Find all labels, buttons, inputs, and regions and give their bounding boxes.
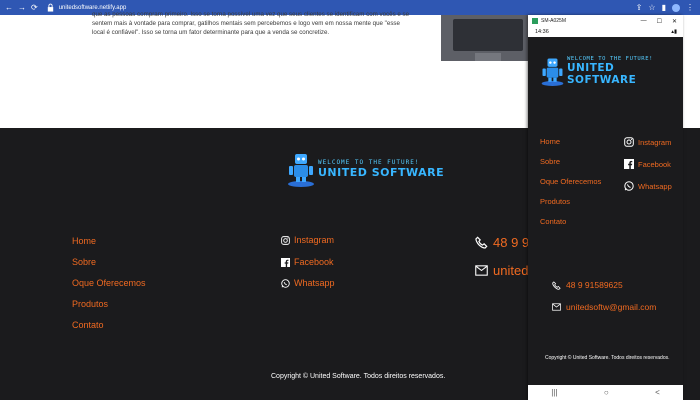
laptop-image — [441, 15, 531, 61]
phone-icon — [475, 236, 488, 249]
instagram-icon — [624, 137, 634, 147]
phone-contact-email[interactable]: unitedsoftw@gmail.com — [552, 302, 656, 312]
logo-brand: UNITED SOFTWARE — [318, 166, 445, 179]
phone-facebook-label: Facebook — [638, 159, 671, 169]
facebook-icon — [624, 159, 634, 169]
footer-link-oferecemos[interactable]: Oque Oferecemos — [72, 278, 146, 288]
facebook-icon — [281, 257, 290, 267]
whatsapp-icon — [281, 278, 290, 288]
footer-link-home[interactable]: Home — [72, 236, 96, 246]
whatsapp-label: Whatsapp — [294, 278, 335, 288]
share-icon[interactable]: ⇪ — [636, 3, 643, 12]
status-time: 14:36 — [535, 29, 549, 35]
facebook-label: Facebook — [294, 257, 334, 267]
footer-email-text: united — [493, 263, 529, 278]
phone-link-produtos[interactable]: Produtos — [540, 197, 570, 206]
scrcpy-icon — [532, 18, 538, 24]
instagram-icon — [281, 235, 290, 245]
robot-icon — [541, 58, 564, 86]
extensions-icon[interactable]: ▮ — [662, 3, 666, 12]
phone-nav-bar: ||| ○ < — [528, 385, 683, 400]
minimize-button[interactable]: — — [641, 18, 647, 25]
menu-icon[interactable]: ⋮ — [686, 3, 694, 12]
signal-battery-icon: ▴▮ — [671, 29, 677, 35]
footer-whatsapp-link[interactable]: Whatsapp — [281, 278, 335, 288]
footer-logo: WELCOME TO THE FUTURE! UNITED SOFTWARE — [286, 150, 444, 188]
phone-whatsapp-link[interactable]: Whatsapp — [624, 181, 672, 191]
footer-facebook-link[interactable]: Facebook — [281, 257, 334, 267]
phone-contact-phone[interactable]: 48 9 91589625 — [552, 280, 623, 290]
back-button[interactable]: ← — [5, 0, 13, 15]
phone-mirror-window[interactable]: SM-A025M — ☐ ✕ 14:36 ▴▮ WELCOME TO THE F… — [528, 15, 683, 400]
logo-tagline: WELCOME TO THE FUTURE! — [318, 159, 420, 166]
back-nav-button[interactable]: < — [655, 388, 660, 397]
phone-instagram-link[interactable]: Instagram — [624, 137, 671, 147]
footer-copyright: Copyright © United Software. Todos direi… — [271, 373, 446, 380]
phone-icon — [552, 280, 561, 290]
about-paragraph: que as pessoas compram primeiro. Isso se… — [92, 11, 410, 36]
lock-icon — [47, 3, 53, 12]
recent-apps-button[interactable]: ||| — [551, 388, 557, 397]
footer-link-sobre[interactable]: Sobre — [72, 257, 96, 267]
phone-logo-brand: UNITED SOFTWARE — [566, 62, 637, 86]
robot-icon — [288, 154, 314, 187]
footer-phone-text: 48 9 9 — [493, 235, 530, 250]
whatsapp-icon — [624, 181, 634, 191]
phone-instagram-label: Instagram — [638, 137, 672, 147]
footer-email[interactable]: united — [475, 263, 528, 278]
phone-logo: WELCOME TO THE FUTURE! UNITED SOFTWARE — [540, 53, 683, 89]
reload-button[interactable]: ⟳ — [31, 0, 38, 15]
mail-icon — [475, 265, 488, 276]
phone-contact-email-text: unitedsoftw@gmail.com — [566, 302, 657, 312]
footer-link-produtos[interactable]: Produtos — [72, 299, 108, 309]
phone-facebook-link[interactable]: Facebook — [624, 159, 671, 169]
phone-contact-phone-text: 48 9 91589625 — [566, 280, 623, 290]
home-button[interactable]: ○ — [604, 388, 609, 397]
mail-icon — [552, 303, 561, 311]
close-button[interactable]: ✕ — [672, 18, 677, 25]
star-icon[interactable]: ☆ — [648, 3, 655, 12]
profile-avatar[interactable] — [672, 3, 680, 12]
footer-instagram-link[interactable]: Instagram — [281, 235, 334, 245]
forward-button[interactable]: → — [18, 0, 26, 15]
phone-status-bar: 14:36 ▴▮ — [528, 27, 683, 37]
maximize-button[interactable]: ☐ — [657, 18, 662, 25]
phone-window-title: SM-A025M — [541, 18, 567, 24]
footer-phone[interactable]: 48 9 9 — [475, 235, 529, 250]
phone-link-home[interactable]: Home — [540, 137, 560, 146]
phone-window-titlebar: SM-A025M — ☐ ✕ — [528, 15, 683, 27]
phone-whatsapp-label: Whatsapp — [638, 181, 672, 191]
footer-link-contato[interactable]: Contato — [72, 320, 104, 330]
phone-link-oferecemos[interactable]: Oque Oferecemos — [540, 177, 601, 186]
phone-link-contato[interactable]: Contato — [540, 217, 566, 226]
phone-link-sobre[interactable]: Sobre — [540, 157, 560, 166]
phone-copyright: Copyright © United Software. Todos direi… — [545, 355, 670, 361]
instagram-label: Instagram — [294, 235, 335, 245]
